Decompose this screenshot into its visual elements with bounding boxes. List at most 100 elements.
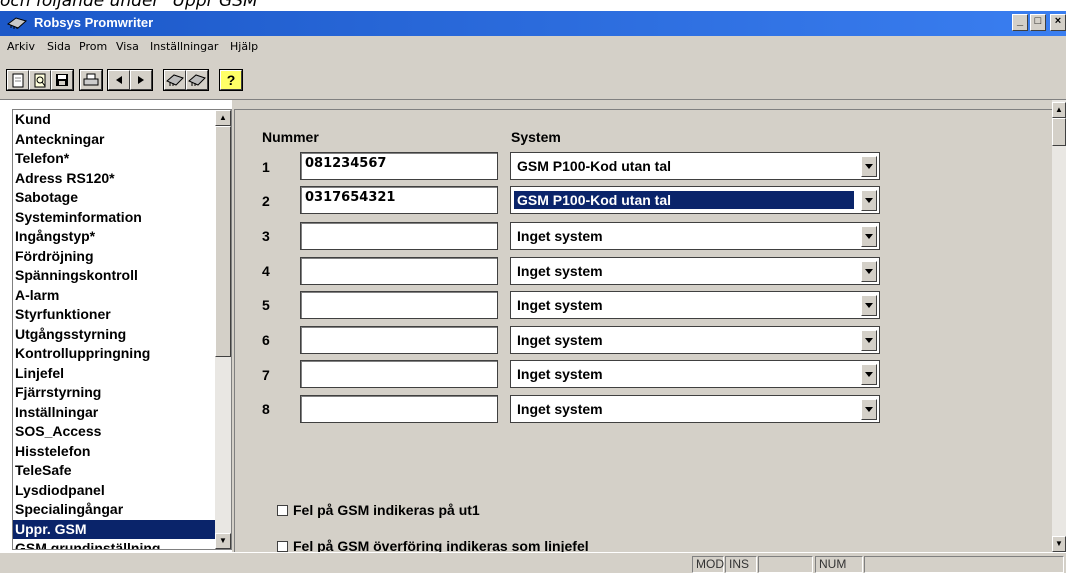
menu-sida[interactable]: Sida [47, 40, 71, 53]
phone-number-input[interactable] [300, 360, 498, 388]
row-number: 8 [262, 401, 270, 417]
read-chip-icon[interactable] [164, 70, 186, 90]
write-chip-icon[interactable] [186, 70, 208, 90]
menu-installningar[interactable]: Inställningar [150, 40, 218, 53]
sidebar-item-telesafe[interactable]: TeleSafe [13, 461, 217, 481]
system-select[interactable]: Inget system [510, 222, 880, 250]
sidebar-item-anteckningar[interactable]: Anteckningar [13, 130, 217, 150]
sidebar-item-fordrojning[interactable]: Fördröjning [13, 247, 217, 267]
title-bar: Robsys Promwriter _ □ × [0, 11, 1066, 36]
chevron-down-icon[interactable] [861, 330, 877, 351]
sidebar-item-ingangstyp[interactable]: Ingångstyp* [13, 227, 217, 247]
system-select[interactable]: Inget system [510, 326, 880, 354]
sidebar-item-spanningskontroll[interactable]: Spänningskontroll [13, 266, 217, 286]
checkbox-box[interactable] [277, 541, 288, 552]
sidebar-item-telefon[interactable]: Telefon* [13, 149, 217, 169]
checkbox-label: Fel på GSM indikeras på ut1 [293, 502, 480, 518]
status-empty-2 [864, 556, 1064, 573]
system-select[interactable]: Inget system [510, 395, 880, 423]
scroll-down-icon[interactable]: ▼ [215, 533, 231, 549]
system-select[interactable]: GSM P100-Kod utan tal [510, 186, 880, 214]
next-arrow-icon[interactable] [130, 70, 152, 90]
row-number: 3 [262, 228, 270, 244]
sidebar-item-hisstelefon[interactable]: Hisstelefon [13, 442, 217, 462]
sidebar-item-sos-access[interactable]: SOS_Access [13, 422, 217, 442]
open-icon[interactable] [29, 70, 51, 90]
chevron-down-icon[interactable] [861, 399, 877, 420]
maximize-button[interactable]: □ [1030, 14, 1046, 31]
row-number: 2 [262, 193, 270, 209]
phone-number-input[interactable] [300, 222, 498, 250]
scroll-up-icon[interactable]: ▲ [1052, 102, 1066, 118]
sidebar-item-a-larm[interactable]: A-larm [13, 286, 217, 306]
print-icon[interactable] [80, 70, 102, 90]
toolbar-file-group [6, 69, 74, 91]
checkbox-box[interactable] [277, 505, 288, 516]
status-mod: MOD [692, 556, 724, 573]
menu-prom[interactable]: Prom [79, 40, 107, 53]
system-select[interactable]: Inget system [510, 257, 880, 285]
row-number: 1 [262, 159, 270, 175]
phone-number-input[interactable] [300, 291, 498, 319]
prev-arrow-icon[interactable] [108, 70, 130, 90]
scroll-up-icon[interactable]: ▲ [215, 110, 231, 126]
system-select-value: Inget system [517, 228, 603, 244]
sidebar-item-kund[interactable]: Kund [13, 110, 217, 130]
system-select[interactable]: Inget system [510, 360, 880, 388]
sidebar-item-systeminformation[interactable]: Systeminformation [13, 208, 217, 228]
chevron-down-icon[interactable] [861, 261, 877, 282]
sidebar-item-lysdiodpanel[interactable]: Lysdiodpanel [13, 481, 217, 501]
chevron-down-icon[interactable] [861, 190, 877, 211]
chevron-down-icon[interactable] [861, 295, 877, 316]
main-scrollbar[interactable]: ▲ ▼ [1052, 100, 1066, 552]
system-select[interactable]: Inget system [510, 291, 880, 319]
new-file-icon[interactable] [7, 70, 29, 90]
status-ins: INS [725, 556, 757, 573]
system-select-value: GSM P100-Kod utan tal [517, 158, 672, 174]
system-column-header: System [511, 129, 561, 145]
phone-number-input[interactable] [300, 257, 498, 285]
gsm-panel: Nummer System 1 081234567 GSM P100-Kod u… [234, 109, 1052, 554]
save-icon[interactable] [51, 70, 73, 90]
sidebar-item-uppr-gsm[interactable]: Uppr. GSM [13, 519, 217, 539]
sidebar-scrollbar[interactable]: ▲ ▼ [215, 110, 231, 549]
row-number: 5 [262, 297, 270, 313]
row-number: 7 [262, 367, 270, 383]
gsm-fault-ut1-checkbox[interactable]: Fel på GSM indikeras på ut1 [277, 502, 480, 518]
phone-number-input[interactable]: 0317654321 [300, 186, 498, 214]
chevron-down-icon[interactable] [861, 364, 877, 385]
minimize-button[interactable]: _ [1012, 14, 1028, 31]
sidebar-item-gsm-grundinstallning[interactable]: GSM grundinställning [13, 539, 217, 549]
sidebar-item-installningar[interactable]: Inställningar [13, 403, 217, 423]
phone-number-input[interactable] [300, 395, 498, 423]
sidebar: Kund Anteckningar Telefon* Adress RS120*… [12, 109, 232, 550]
chevron-down-icon[interactable] [861, 156, 877, 177]
sidebar-item-adress[interactable]: Adress RS120* [13, 169, 217, 189]
close-button[interactable]: × [1050, 14, 1066, 31]
sidebar-item-fjarrstyrning[interactable]: Fjärrstyrning [13, 383, 217, 403]
sidebar-item-sabotage[interactable]: Sabotage [13, 188, 217, 208]
chevron-down-icon[interactable] [861, 226, 877, 247]
sidebar-scroll-thumb[interactable] [215, 126, 231, 357]
sidebar-item-kontrolluppringning[interactable]: Kontrolluppringning [13, 344, 217, 364]
sidebar-item-specialingangar[interactable]: Specialingångar [13, 500, 217, 520]
main-scroll-thumb[interactable] [1052, 118, 1066, 146]
sidebar-list: Kund Anteckningar Telefon* Adress RS120*… [13, 110, 217, 549]
menu-hjalp[interactable]: Hjälp [230, 40, 258, 53]
row-number: 6 [262, 332, 270, 348]
phone-number-input[interactable]: 081234567 [300, 152, 498, 180]
scroll-down-icon[interactable]: ▼ [1052, 536, 1066, 552]
sidebar-item-styrfunktioner[interactable]: Styrfunktioner [13, 305, 217, 325]
menu-arkiv[interactable]: Arkiv [7, 40, 35, 53]
toolbar: ? [0, 58, 1066, 100]
phone-number-input[interactable] [300, 326, 498, 354]
number-column-header: Nummer [262, 129, 319, 145]
system-select[interactable]: GSM P100-Kod utan tal [510, 152, 880, 180]
sidebar-item-utgangsstyrning[interactable]: Utgångsstyrning [13, 325, 217, 345]
toolbar-print-group [79, 69, 103, 91]
help-icon[interactable]: ? [220, 70, 242, 90]
sidebar-item-linjefel[interactable]: Linjefel [13, 364, 217, 384]
menu-visa[interactable]: Visa [116, 40, 139, 53]
system-select-value: GSM P100-Kod utan tal [513, 190, 855, 210]
document-caption: och följande under "Uppr GSM" [0, 0, 266, 11]
